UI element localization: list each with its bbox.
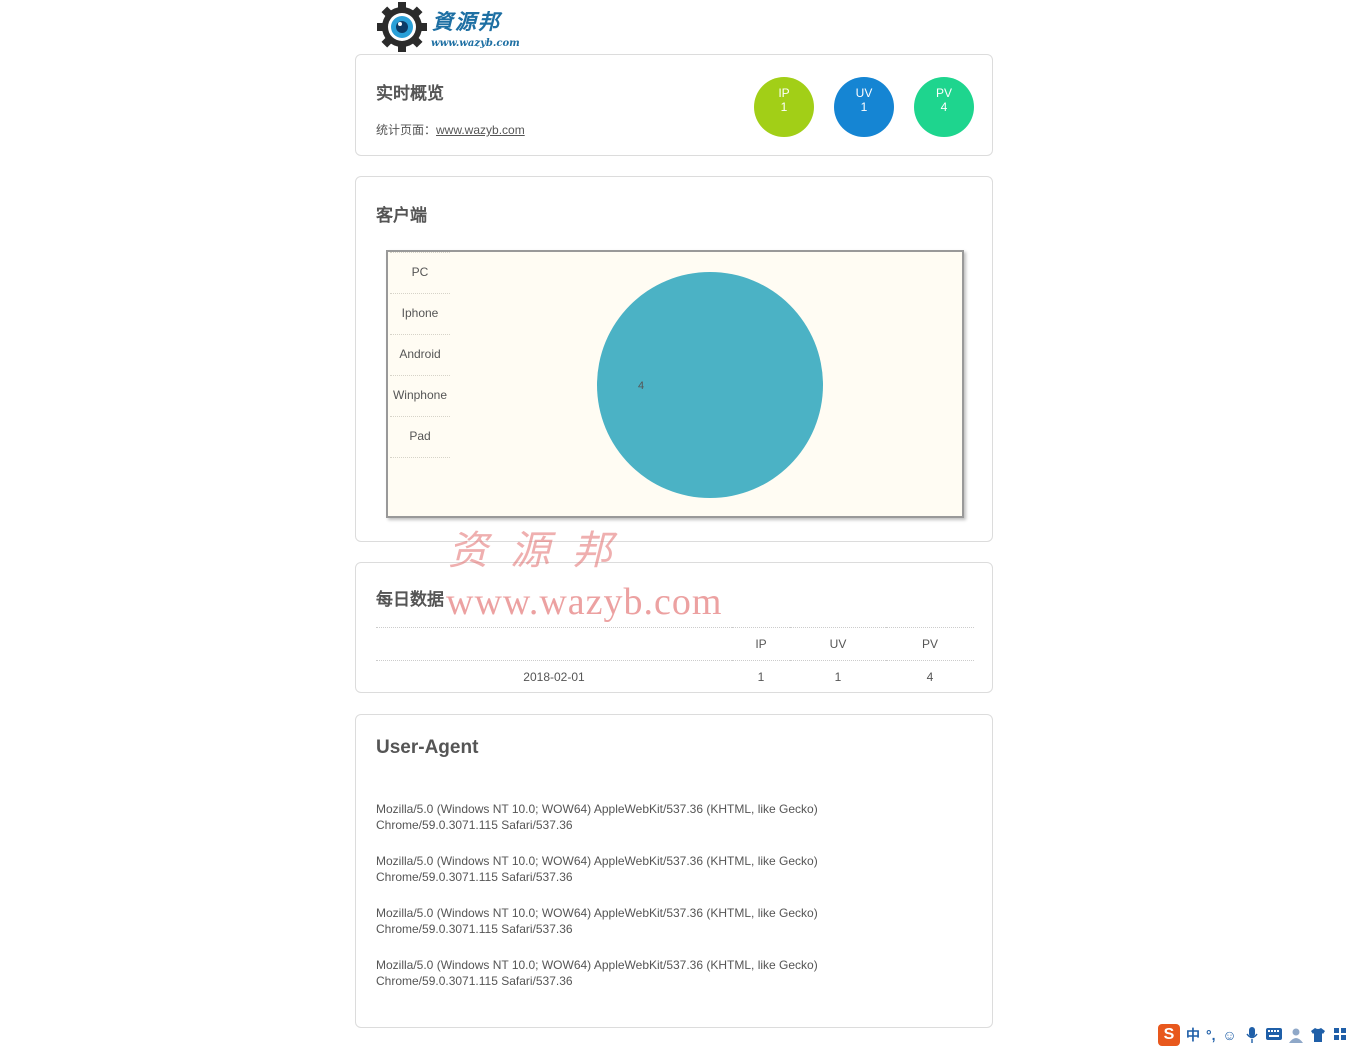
daily-header-uv: UV: [790, 627, 886, 661]
pie-slice-pc: [597, 272, 823, 498]
logo-text: 資源邦: [432, 9, 501, 34]
ua-line2: Chrome/59.0.3071.115 Safari/537.36: [376, 974, 573, 988]
user-agent-list: Mozilla/5.0 (Windows NT 10.0; WOW64) App…: [376, 801, 896, 1009]
ime-toolbar: S 中 °, ☺: [1158, 1022, 1348, 1047]
keyboard-icon[interactable]: [1265, 1027, 1282, 1043]
page: 資源邦 www.wazyb.com 实时概览 统计页面：www.wazyb.co…: [0, 0, 1348, 1047]
list-item: Mozilla/5.0 (Windows NT 10.0; WOW64) App…: [376, 957, 896, 989]
watermark-cn: 资源邦: [448, 528, 634, 574]
pv-stat-label: PV: [935, 86, 952, 100]
mic-icon[interactable]: [1244, 1027, 1260, 1043]
ime-mode-toggle[interactable]: 中: [1186, 1025, 1200, 1045]
uv-stat-value: 1: [860, 100, 868, 114]
daily-title: 每日数据: [376, 590, 444, 609]
stat-page-label: 统计页面：: [376, 123, 437, 137]
ime-logo-icon[interactable]: S: [1158, 1024, 1180, 1046]
ua-line1: Mozilla/5.0 (Windows NT 10.0; WOW64) App…: [376, 958, 818, 972]
client-card: 客户端 PC Iphone Android Winphone Pad 4: [355, 176, 993, 542]
user-icon[interactable]: [1288, 1027, 1304, 1043]
watermark-url: www.wazyb.com: [446, 581, 723, 623]
ip-stat-label: IP: [778, 86, 790, 100]
daily-header-ip: IP: [732, 627, 790, 661]
client-pie-chart: PC Iphone Android Winphone Pad 4: [386, 250, 964, 518]
ua-line1: Mozilla/5.0 (Windows NT 10.0; WOW64) App…: [376, 906, 818, 920]
stat-page-link[interactable]: www.wazyb.com: [436, 123, 525, 137]
ip-stat-bubble: IP 1: [754, 77, 814, 137]
overview-card: 实时概览 统计页面：www.wazyb.com IP 1 UV 1 PV 4: [355, 54, 993, 156]
daily-header-pv: PV: [886, 627, 974, 661]
pv-stat-bubble: PV 4: [914, 77, 974, 137]
ip-stat-value: 1: [780, 100, 788, 114]
pv-stat-value: 4: [940, 100, 948, 114]
list-item: Mozilla/5.0 (Windows NT 10.0; WOW64) App…: [376, 853, 896, 885]
ime-punct-toggle[interactable]: °,: [1206, 1027, 1216, 1043]
stat-page-line: 统计页面：www.wazyb.com: [376, 121, 525, 138]
pie-svg: 4: [597, 272, 823, 498]
daily-cell-ip: 1: [732, 660, 790, 693]
emoji-icon[interactable]: ☺: [1222, 1027, 1238, 1043]
list-item: Mozilla/5.0 (Windows NT 10.0; WOW64) App…: [376, 801, 896, 833]
overview-title: 实时概览: [376, 84, 444, 103]
site-logo[interactable]: 資源邦 www.wazyb.com: [376, 0, 526, 52]
daily-header-row: IP UV PV: [376, 627, 974, 661]
list-item: Mozilla/5.0 (Windows NT 10.0; WOW64) App…: [376, 905, 896, 937]
ua-line1: Mozilla/5.0 (Windows NT 10.0; WOW64) App…: [376, 802, 818, 816]
daily-table: IP UV PV 2018-02-01 1 1 4: [376, 627, 974, 693]
daily-cell-date: 2018-02-01: [376, 660, 732, 693]
daily-cell-pv: 4: [886, 660, 974, 693]
ua-line1: Mozilla/5.0 (Windows NT 10.0; WOW64) App…: [376, 854, 818, 868]
uv-stat-label: UV: [855, 86, 873, 100]
ua-line2: Chrome/59.0.3071.115 Safari/537.36: [376, 922, 573, 936]
daily-header-date: [376, 627, 732, 661]
user-agent-card: User-Agent Mozilla/5.0 (Windows NT 10.0;…: [355, 714, 993, 1028]
ua-line2: Chrome/59.0.3071.115 Safari/537.36: [376, 818, 573, 832]
grid-menu-icon[interactable]: [1332, 1027, 1348, 1043]
shirt-icon[interactable]: [1310, 1027, 1326, 1043]
uv-stat-bubble: UV 1: [834, 77, 894, 137]
table-row: 2018-02-01 1 1 4: [376, 660, 974, 693]
user-agent-title: User-Agent: [376, 737, 479, 758]
pie-data-label: 4: [638, 380, 644, 392]
gear-eye-icon: [377, 2, 427, 52]
ua-line2: Chrome/59.0.3071.115 Safari/537.36: [376, 870, 573, 884]
client-title: 客户端: [376, 206, 427, 225]
logo-url: www.wazyb.com: [431, 38, 520, 49]
daily-cell-uv: 1: [790, 660, 886, 693]
